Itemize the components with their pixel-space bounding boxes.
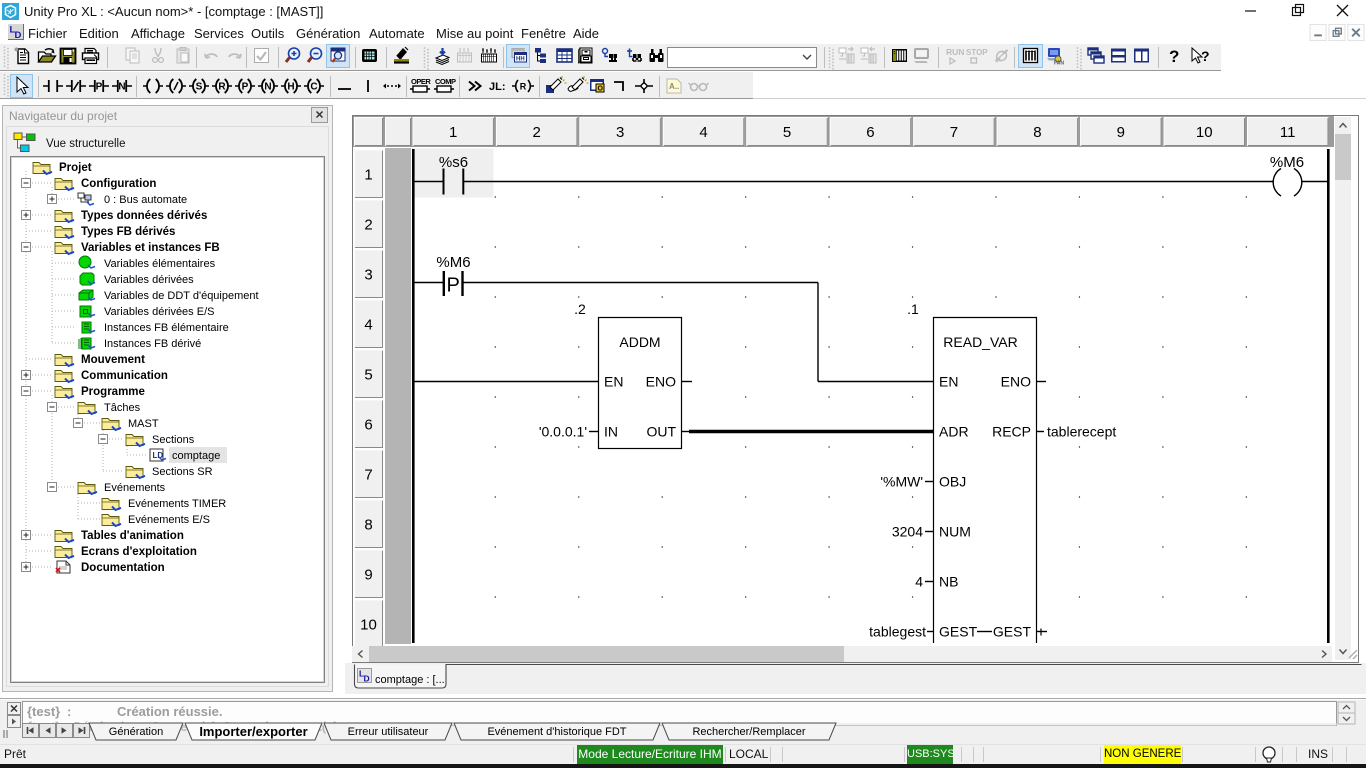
svg-text:Génération: Génération [109,726,163,738]
svg-text:ENO: ENO [646,374,676,390]
svg-text:1: 1 [364,166,372,183]
svg-text:D: D [364,674,370,684]
svg-text:Evénement d'historique FDT: Evénement d'historique FDT [487,726,626,738]
svg-text:6: 6 [866,124,874,141]
svg-text:4: 4 [364,316,372,333]
svg-text:6: 6 [364,416,372,433]
svg-text:ADDM: ADDM [619,334,660,350]
svg-text:7: 7 [364,466,372,483]
svg-text:GEST: GEST [939,624,978,640]
svg-text:7: 7 [950,124,958,141]
svg-text:%M6: %M6 [436,254,470,271]
svg-text:EN: EN [604,374,623,390]
svg-text:P: P [447,275,460,297]
svg-text:GEST: GEST [993,624,1032,640]
svg-text:9: 9 [364,566,372,583]
svg-text:10: 10 [360,616,377,633]
svg-text:9: 9 [1117,124,1125,141]
svg-text:5: 5 [364,366,372,383]
svg-text:RECP: RECP [992,424,1031,440]
svg-text:8: 8 [364,516,372,533]
svg-text:'0.0.0.1': '0.0.0.1' [539,424,587,440]
svg-text:OUT: OUT [646,424,676,440]
svg-text:3: 3 [364,266,372,283]
svg-text:Importer/exporter: Importer/exporter [199,724,307,739]
svg-text:4: 4 [699,124,707,141]
svg-text:3: 3 [616,124,624,141]
svg-text:2: 2 [364,216,372,233]
svg-text:IN: IN [604,424,618,440]
svg-text:Rechercher/Remplacer: Rechercher/Remplacer [692,726,805,738]
svg-text:NB: NB [939,574,958,590]
svg-text:3204: 3204 [892,524,923,540]
svg-text:Erreur utilisateur: Erreur utilisateur [348,726,429,738]
svg-text:%M6: %M6 [1270,154,1304,171]
svg-text:'%MW': '%MW' [880,474,923,490]
svg-text:tablegest: tablegest [869,624,926,640]
svg-text:comptage : [...: comptage : [... [375,674,445,686]
svg-text:10: 10 [1196,124,1213,141]
svg-text:tablerecept: tablerecept [1047,424,1116,440]
svg-text:READ_VAR: READ_VAR [943,334,1017,350]
svg-text:%s6: %s6 [439,154,468,171]
svg-text:5: 5 [783,124,791,141]
svg-text:4: 4 [915,574,923,590]
svg-text:ENO: ENO [1001,374,1031,390]
svg-text:NUM: NUM [939,524,971,540]
svg-text:.1: .1 [907,301,919,317]
svg-text:.2: .2 [574,301,586,317]
svg-text:8: 8 [1033,124,1041,141]
svg-text:1: 1 [449,124,457,141]
svg-text:2: 2 [533,124,541,141]
svg-text:11: 11 [1280,124,1296,141]
svg-text:OBJ: OBJ [939,474,966,490]
svg-text:ADR: ADR [939,424,969,440]
svg-text:EN: EN [939,374,958,390]
